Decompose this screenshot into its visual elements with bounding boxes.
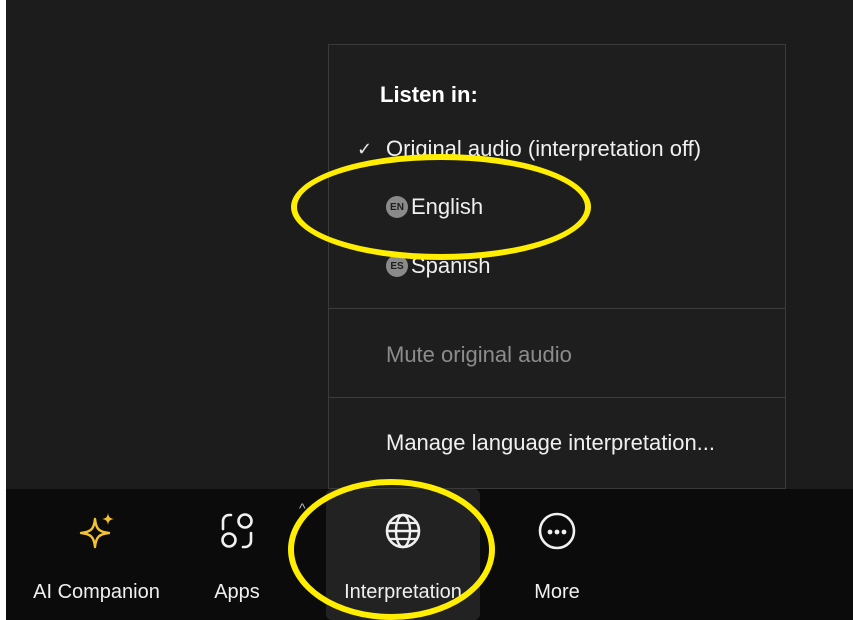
menu-heading: Listen in:	[380, 82, 478, 107]
meeting-toolbar: AI Companion Apps Interpretation More	[6, 489, 853, 620]
meeting-stage: Listen in: ✓ Original audio (interpretat…	[6, 0, 853, 620]
toolbar-label: Apps	[214, 581, 260, 603]
apps-icon	[221, 513, 253, 549]
menu-item-label: Manage language interpretation...	[386, 430, 716, 455]
menu-item-manage-interpretation[interactable]: Manage language interpretation...	[329, 421, 785, 465]
language-badge-icon: ES	[386, 255, 408, 277]
apps-caret-icon[interactable]: ^	[299, 500, 306, 516]
interpretation-button[interactable]: Interpretation	[326, 489, 480, 620]
toolbar-label: Interpretation	[344, 581, 462, 603]
menu-item-label: Spanish	[411, 253, 491, 278]
checkmark-icon: ✓	[357, 138, 373, 159]
globe-icon	[385, 513, 421, 549]
more-button[interactable]: More	[518, 489, 596, 620]
more-icon	[538, 512, 576, 550]
interpretation-menu: Listen in: ✓ Original audio (interpretat…	[328, 44, 786, 489]
menu-divider	[329, 397, 785, 398]
ai-companion-button[interactable]: AI Companion	[24, 489, 169, 620]
toolbar-label: More	[534, 581, 580, 603]
menu-item-original-audio[interactable]: ✓ Original audio (interpretation off)	[329, 127, 785, 171]
menu-item-english[interactable]: EN English	[329, 185, 785, 229]
menu-item-label: English	[411, 194, 484, 219]
menu-item-label: Original audio (interpretation off)	[386, 136, 702, 161]
apps-button[interactable]: Apps	[202, 489, 272, 620]
menu-divider	[329, 308, 785, 309]
toolbar-label: AI Companion	[33, 581, 160, 603]
language-badge-icon: EN	[386, 196, 408, 218]
menu-item-label: Mute original audio	[386, 342, 572, 367]
sparkle-icon	[79, 513, 114, 549]
menu-item-mute-original[interactable]: Mute original audio	[329, 333, 785, 377]
menu-item-spanish[interactable]: ES Spanish	[329, 244, 785, 288]
